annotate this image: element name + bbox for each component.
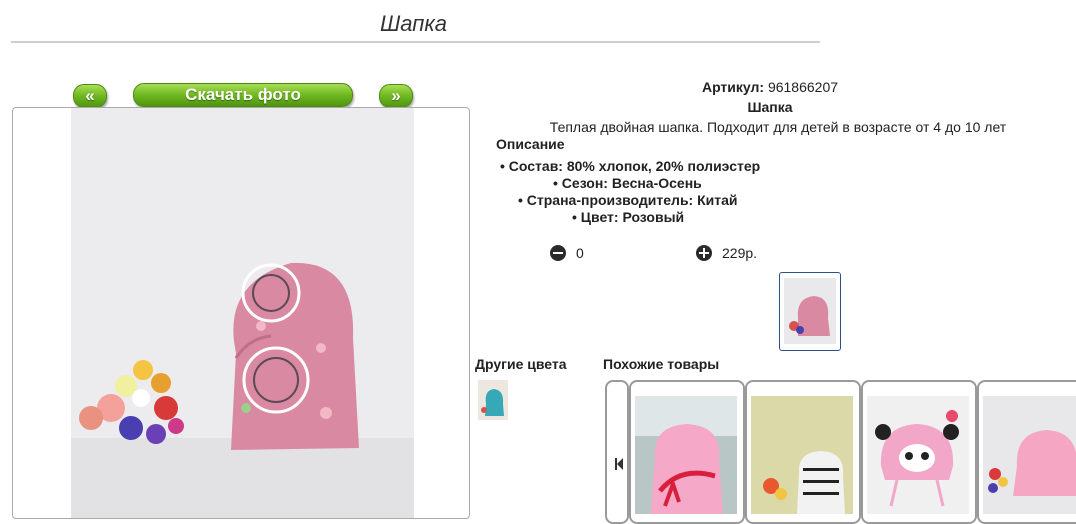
product-info: Артикул: 961866207 Шапка Теплая двойная …	[470, 77, 1070, 137]
title-divider	[11, 41, 820, 43]
similar-product-card[interactable]	[745, 380, 861, 524]
spec-country: • Страна-производитель: Китай	[518, 192, 738, 208]
article-value: 961866207	[767, 79, 839, 95]
similar-product-image	[867, 396, 969, 514]
spec-composition: • Состав: 80% хлопок, 20% полиэстер	[500, 158, 761, 174]
spec-color: • Цвет: Розовый	[572, 209, 685, 225]
similar-product-image	[751, 396, 853, 514]
article-label: Артикул:	[701, 79, 765, 95]
product-name: Шапка	[747, 99, 793, 115]
spec-season: • Сезон: Весна-Осень	[553, 175, 702, 191]
similar-product-card[interactable]	[861, 380, 977, 524]
similar-products-title: Похожие товары	[603, 356, 720, 372]
article-line: Артикул: 961866207	[470, 77, 1070, 97]
similar-product-image	[983, 396, 1076, 514]
next-photo-button[interactable]: »	[379, 84, 413, 108]
plus-icon[interactable]	[696, 245, 712, 261]
description-title: Описание	[496, 136, 565, 152]
main-photo-frame	[12, 107, 470, 519]
download-photo-button[interactable]: Скачать фото	[133, 83, 353, 107]
product-summary: Теплая двойная шапка. Подходит для детей…	[549, 119, 1007, 135]
carousel-prev-button[interactable]	[605, 380, 629, 524]
similar-product-image	[635, 396, 737, 514]
price-value: 229р.	[722, 245, 758, 261]
page-title: Шапка	[380, 11, 447, 36]
similar-product-card[interactable]	[977, 380, 1076, 524]
other-colors-title: Другие цвета	[475, 356, 567, 372]
minus-icon[interactable]	[550, 245, 566, 261]
other-color-thumbnail[interactable]	[478, 380, 508, 420]
main-product-photo[interactable]	[71, 108, 414, 518]
prev-photo-button[interactable]: «	[73, 84, 107, 108]
selected-thumbnail[interactable]	[779, 272, 841, 351]
similar-product-card[interactable]	[629, 380, 745, 524]
quantity-value: 0	[576, 245, 584, 261]
